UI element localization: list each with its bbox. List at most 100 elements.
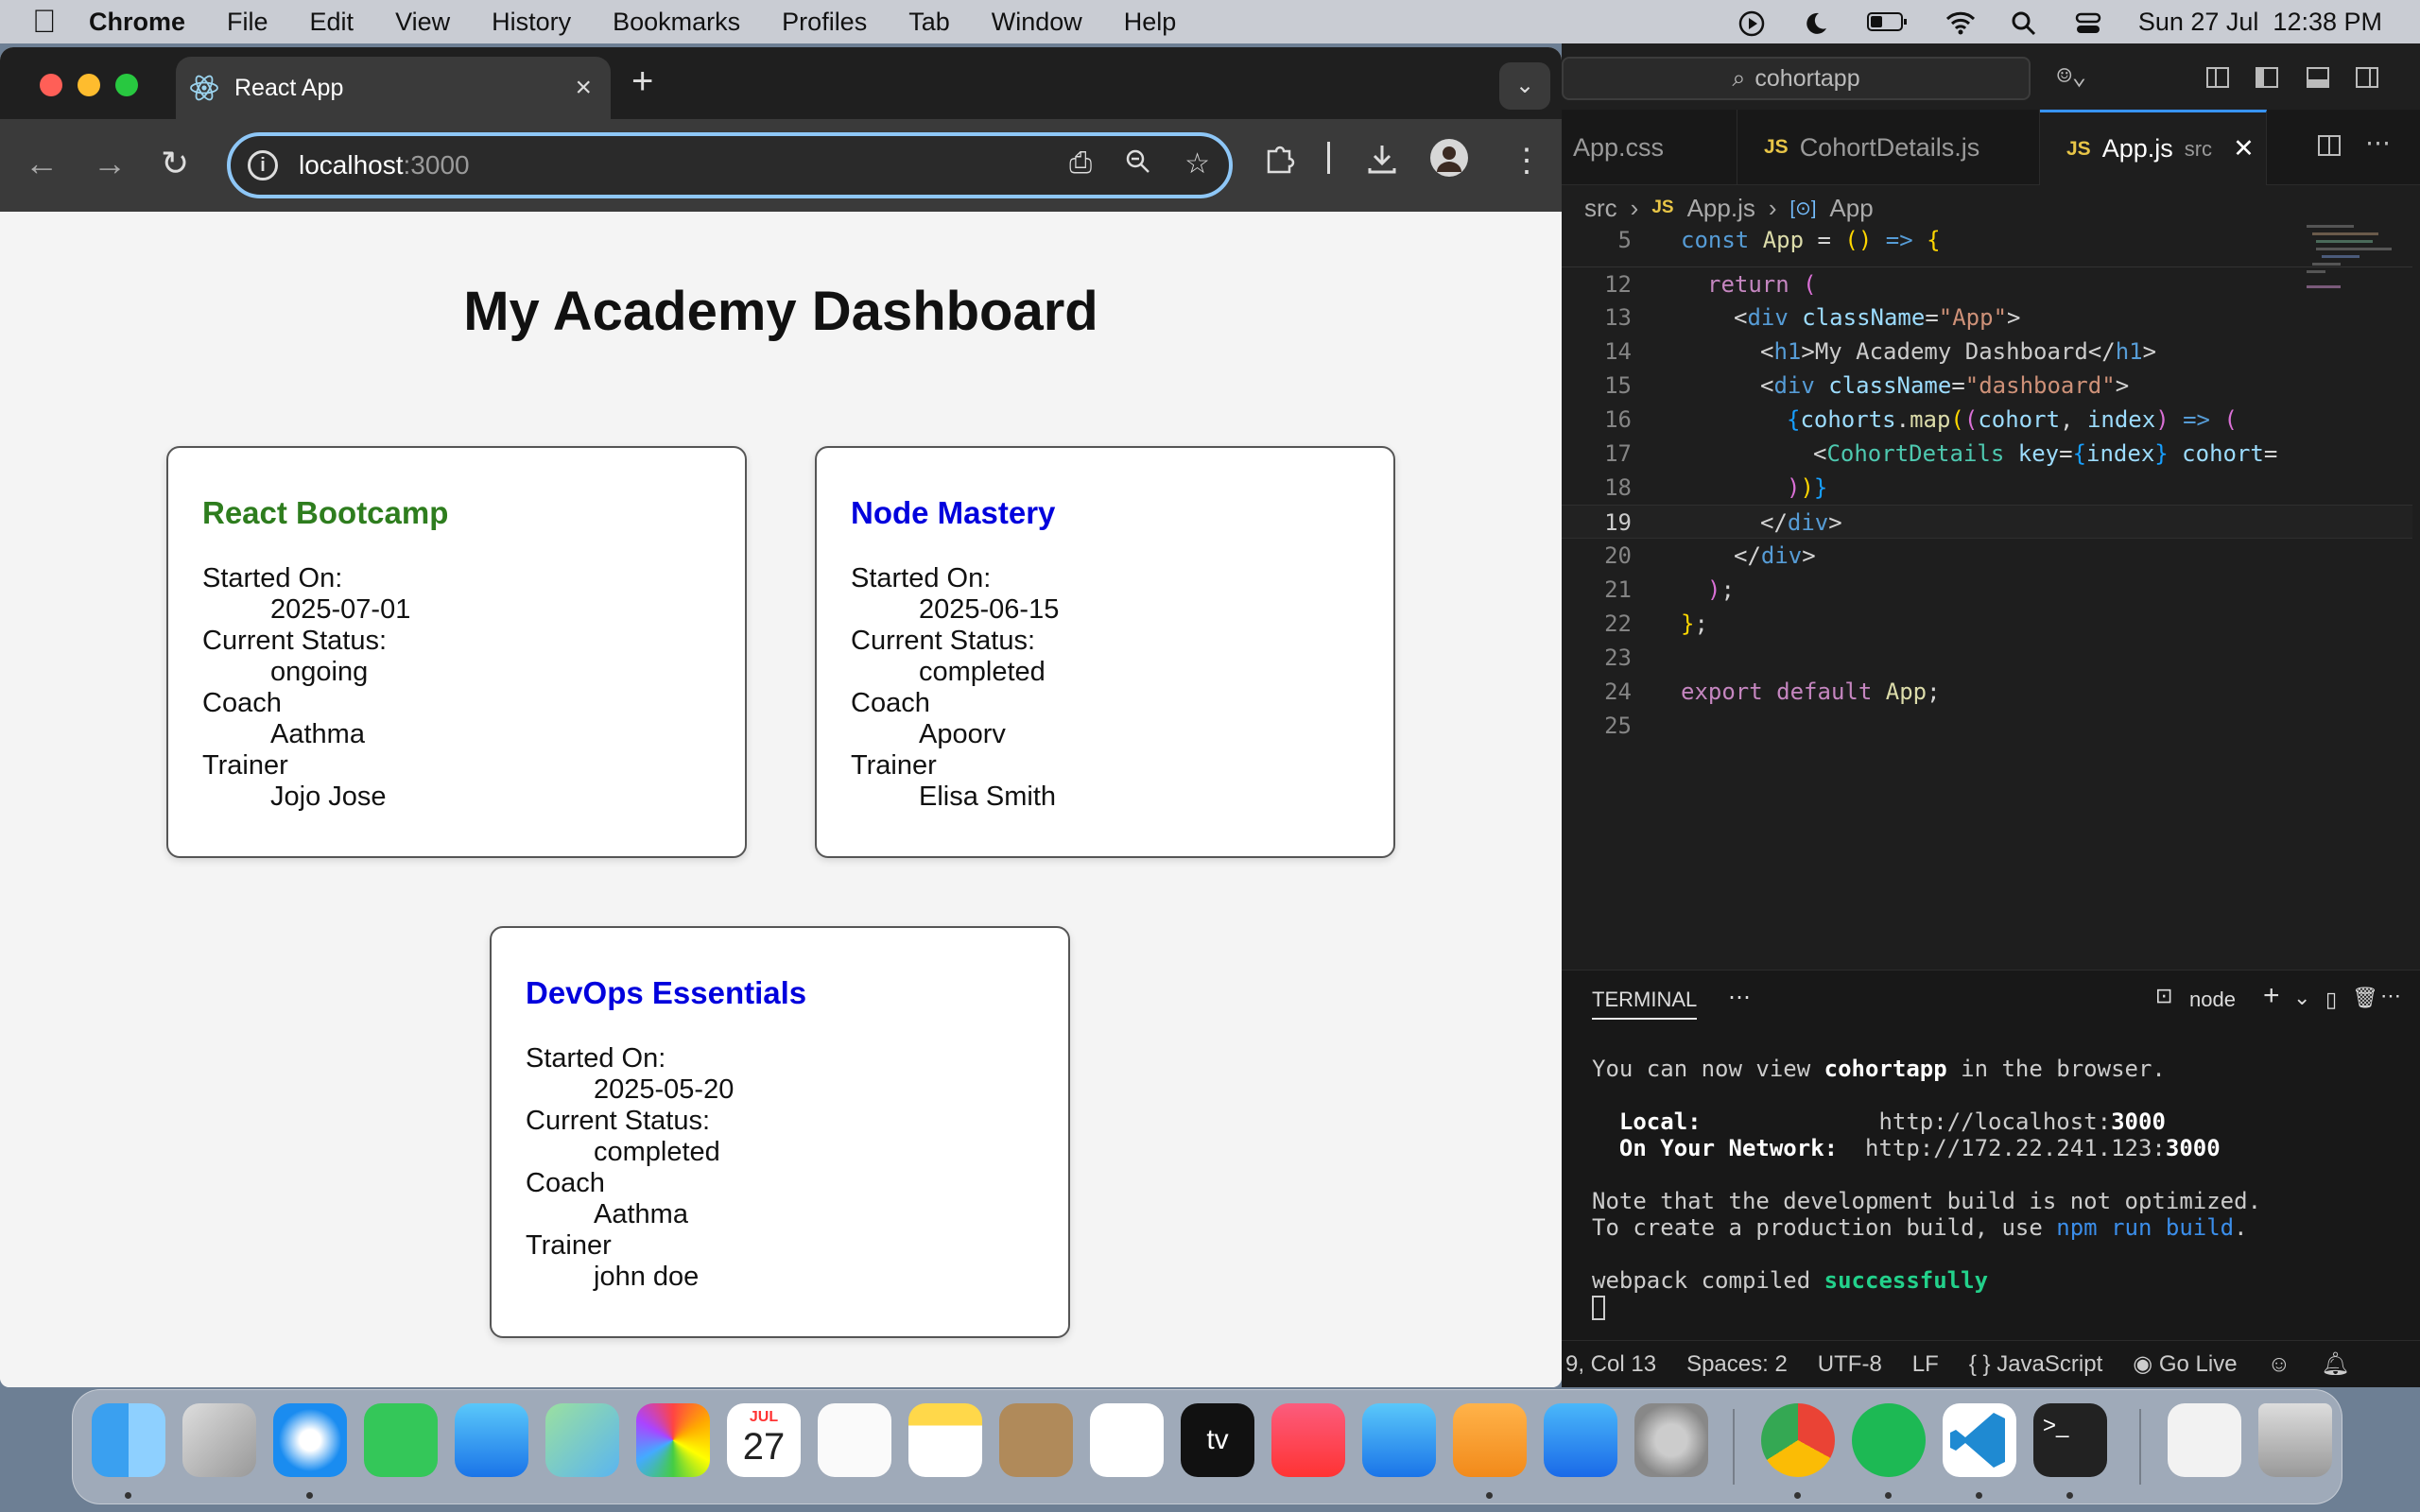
notes-icon[interactable]: [908, 1403, 982, 1477]
install-app-icon[interactable]: ⎙: [1069, 147, 1092, 183]
apple-tv-icon[interactable]: tv: [1181, 1403, 1254, 1477]
chrome-menu-icon[interactable]: ⋮: [1511, 142, 1543, 180]
app-store-icon[interactable]: [1544, 1403, 1617, 1477]
close-tab-icon[interactable]: ×: [575, 72, 592, 104]
menu-app-name[interactable]: Chrome: [89, 8, 185, 37]
vscode-icon[interactable]: [1943, 1403, 2016, 1477]
pages-icon[interactable]: [1453, 1403, 1527, 1477]
freeform-icon[interactable]: [1090, 1403, 1164, 1477]
split-editor-icon[interactable]: [2316, 132, 2342, 165]
line-ending[interactable]: LF: [1912, 1351, 1939, 1378]
mail-icon[interactable]: [455, 1403, 528, 1477]
running-indicator: [1794, 1492, 1801, 1499]
tab-terminal[interactable]: TERMINAL: [1592, 988, 1698, 1020]
go-live-button[interactable]: ◉ Go Live: [2133, 1350, 2237, 1378]
command-center-search[interactable]: ⌕ cohortapp: [1562, 57, 2031, 100]
encoding[interactable]: UTF-8: [1818, 1351, 1882, 1378]
minimap[interactable]: [2303, 221, 2397, 335]
browser-tab-react-app[interactable]: React App ×: [176, 57, 611, 119]
layout-customize-icon[interactable]: [2204, 64, 2231, 94]
spotlight-search-icon[interactable]: [2010, 9, 2038, 36]
breadcrumb-symbol[interactable]: App: [1829, 194, 1873, 223]
reload-icon[interactable]: ↻: [161, 144, 189, 183]
chrome-window: React App × + ⌄ ← → ↻ i localhost:3000 ⎙…: [0, 47, 1562, 1387]
zip-archive-icon[interactable]: [2168, 1403, 2241, 1477]
breadcrumb-file[interactable]: App.js: [1687, 194, 1755, 223]
trash-icon[interactable]: [2258, 1403, 2332, 1477]
zoom-icon[interactable]: [1124, 147, 1152, 183]
menu-window[interactable]: Window: [992, 8, 1082, 37]
language-mode[interactable]: { } JavaScript: [1969, 1351, 2102, 1378]
toggle-panel-icon[interactable]: [2305, 64, 2331, 94]
vscode-window: ⌕ cohortapp ☺⌄ App.css JS CohortDetails.js…: [1562, 43, 2420, 1387]
toggle-secondary-sidebar-icon[interactable]: [2354, 64, 2380, 94]
menu-bookmarks[interactable]: Bookmarks: [613, 8, 740, 37]
code-editor[interactable]: 5 const App = () => { 12 return ( 13 <div c…: [1562, 223, 2420, 790]
address-bar[interactable]: i localhost:3000 ⎙ ☆: [227, 132, 1233, 198]
notifications-bell-icon[interactable]: 🔔︎: [2321, 1350, 2349, 1378]
menu-file[interactable]: File: [227, 8, 268, 37]
launchpad-icon[interactable]: [182, 1403, 256, 1477]
menu-tab[interactable]: Tab: [908, 8, 950, 37]
tab-search-chevron-icon[interactable]: ⌄: [1499, 62, 1550, 110]
indentation[interactable]: Spaces: 2: [1686, 1351, 1788, 1378]
music-icon[interactable]: [1271, 1403, 1345, 1477]
control-center-icon[interactable]: [2074, 9, 2102, 34]
apple-menu-icon[interactable]: : [32, 4, 89, 41]
system-settings-icon[interactable]: [1634, 1403, 1708, 1477]
breadcrumb-src[interactable]: src: [1584, 194, 1617, 223]
battery-icon[interactable]: [1866, 9, 1910, 34]
maps-icon[interactable]: [545, 1403, 619, 1477]
copilot-icon[interactable]: ☺⌄: [2057, 62, 2086, 91]
moon-icon[interactable]: [1802, 9, 1830, 34]
safari-icon[interactable]: [273, 1403, 347, 1477]
panel-more-icon[interactable]: ⋯: [1728, 984, 1751, 1011]
more-actions-icon[interactable]: ⋯: [2365, 129, 2391, 158]
close-window-button[interactable]: [40, 74, 62, 96]
contacts-icon[interactable]: [999, 1403, 1073, 1477]
spotify-icon[interactable]: [1852, 1403, 1926, 1477]
address-url[interactable]: localhost:3000: [299, 150, 470, 180]
close-tab-icon[interactable]: ✕: [2233, 134, 2255, 163]
panel-more-actions-icon[interactable]: ⋯: [2380, 984, 2401, 1008]
tab-app-js[interactable]: JS App.js src ✕: [2040, 110, 2267, 185]
profile-avatar[interactable]: [1429, 138, 1469, 186]
minimize-window-button[interactable]: [78, 74, 100, 96]
forward-arrow-icon[interactable]: →: [93, 144, 127, 183]
tab-cohortdetails-js[interactable]: JS CohortDetails.js: [1737, 110, 2040, 185]
cursor-position[interactable]: 9, Col 13: [1565, 1351, 1656, 1378]
site-info-icon[interactable]: i: [248, 150, 278, 180]
wifi-icon[interactable]: [1945, 9, 1975, 35]
terminal-icon[interactable]: >_: [2033, 1403, 2107, 1477]
bookmark-star-icon[interactable]: ☆: [1184, 147, 1210, 183]
new-tab-icon[interactable]: +: [631, 60, 653, 103]
terminal-shell-name[interactable]: node: [2189, 988, 2236, 1012]
tab-app-css[interactable]: App.css: [1562, 110, 1737, 185]
copilot-status-icon[interactable]: ☺: [2268, 1351, 2291, 1378]
menu-profiles[interactable]: Profiles: [782, 8, 867, 37]
keynote-icon[interactable]: [1362, 1403, 1436, 1477]
back-arrow-icon[interactable]: ←: [25, 144, 59, 183]
search-icon: ⌕: [1732, 64, 1746, 92]
chevron-down-icon[interactable]: ⌄: [2293, 986, 2310, 1010]
new-terminal-icon[interactable]: +: [2263, 980, 2280, 1012]
terminal-output[interactable]: You can now view cohortapp in the browse…: [1592, 1056, 2261, 1320]
menubar-clock[interactable]: Sun 27 Jul 12:38 PM: [2138, 8, 2382, 37]
split-terminal-icon[interactable]: ▯: [2325, 988, 2337, 1012]
trash-icon[interactable]: 🗑: [2352, 986, 2378, 1010]
messages-icon[interactable]: [364, 1403, 438, 1477]
menu-help[interactable]: Help: [1124, 8, 1177, 37]
toggle-sidebar-icon[interactable]: [2254, 64, 2280, 94]
play-circle-icon[interactable]: [1737, 9, 1766, 37]
finder-icon[interactable]: [92, 1403, 165, 1477]
calendar-icon[interactable]: JUL 27: [727, 1403, 801, 1477]
menu-history[interactable]: History: [492, 8, 571, 37]
zoom-window-button[interactable]: [115, 74, 138, 96]
menu-edit[interactable]: Edit: [310, 8, 354, 37]
downloads-icon[interactable]: [1365, 142, 1399, 184]
chrome-icon[interactable]: [1761, 1403, 1835, 1477]
menu-view[interactable]: View: [395, 8, 450, 37]
extensions-puzzle-icon[interactable]: [1263, 142, 1297, 184]
reminders-icon[interactable]: [818, 1403, 891, 1477]
photos-icon[interactable]: [636, 1403, 710, 1477]
